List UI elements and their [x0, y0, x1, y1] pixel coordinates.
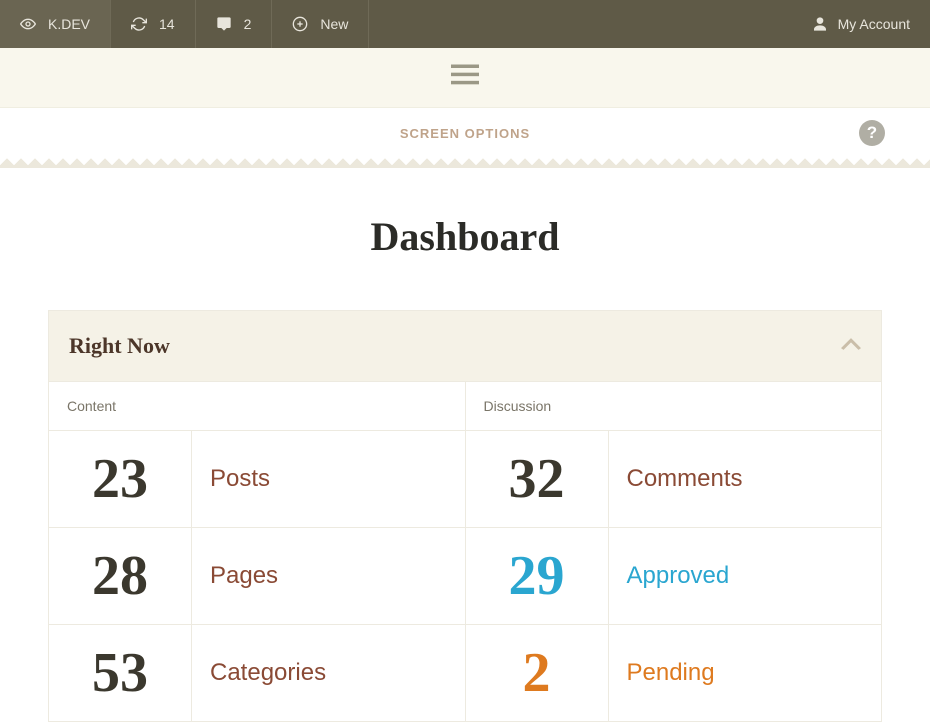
hamburger-icon — [451, 64, 479, 86]
widget-column-headers: Content Discussion — [49, 381, 881, 430]
my-account-label: My Account — [838, 16, 910, 32]
stat-row: 23Posts32Comments — [49, 430, 881, 527]
site-link[interactable]: K.DEV — [0, 0, 111, 48]
stat-row: 28Pages29Approved — [49, 527, 881, 624]
comment-icon — [216, 16, 232, 32]
refresh-icon — [131, 16, 147, 32]
my-account-link[interactable]: My Account — [792, 0, 930, 48]
plus-circle-icon — [292, 16, 308, 32]
chevron-up-icon — [841, 337, 861, 351]
col-discussion: Discussion — [466, 382, 882, 430]
screen-options-toggle[interactable]: SCREEN OPTIONS — [400, 126, 530, 141]
discussion-label[interactable]: Approved — [609, 528, 882, 624]
content-count[interactable]: 23 — [49, 431, 192, 527]
col-content: Content — [49, 382, 466, 430]
content-count[interactable]: 28 — [49, 528, 192, 624]
admin-top-bar: K.DEV 14 2 New My Account — [0, 0, 930, 48]
discussion-label[interactable]: Comments — [609, 431, 882, 527]
updates-count: 14 — [159, 16, 175, 32]
stat-row: 53Categories2Pending — [49, 624, 881, 721]
right-now-widget: Right Now Content Discussion 23Posts32Co… — [48, 310, 882, 722]
content-label[interactable]: Categories — [192, 625, 466, 721]
divider-zigzag — [0, 158, 930, 168]
new-label: New — [320, 16, 348, 32]
comments-link[interactable]: 2 — [196, 0, 273, 48]
page-title: Dashboard — [0, 213, 930, 260]
widget-header: Right Now — [49, 311, 881, 381]
menu-toggle[interactable] — [451, 64, 479, 91]
discussion-count[interactable]: 2 — [466, 625, 609, 721]
updates-link[interactable]: 14 — [111, 0, 196, 48]
new-link[interactable]: New — [272, 0, 369, 48]
options-row: SCREEN OPTIONS ? — [0, 108, 930, 158]
content-label[interactable]: Posts — [192, 431, 466, 527]
widget-collapse-toggle[interactable] — [841, 337, 861, 356]
spacer — [369, 0, 791, 48]
content-label[interactable]: Pages — [192, 528, 466, 624]
site-name: K.DEV — [48, 16, 90, 32]
discussion-label[interactable]: Pending — [609, 625, 882, 721]
comments-count: 2 — [244, 16, 252, 32]
user-icon — [812, 16, 828, 32]
content-count[interactable]: 53 — [49, 625, 192, 721]
widget-stats: 23Posts32Comments28Pages29Approved53Cate… — [49, 430, 881, 721]
question-icon: ? — [867, 123, 877, 143]
widget-title: Right Now — [69, 333, 170, 359]
discussion-count[interactable]: 29 — [466, 528, 609, 624]
eye-icon — [20, 16, 36, 32]
main-nav-strip — [0, 48, 930, 108]
help-button[interactable]: ? — [859, 120, 885, 146]
discussion-count[interactable]: 32 — [466, 431, 609, 527]
